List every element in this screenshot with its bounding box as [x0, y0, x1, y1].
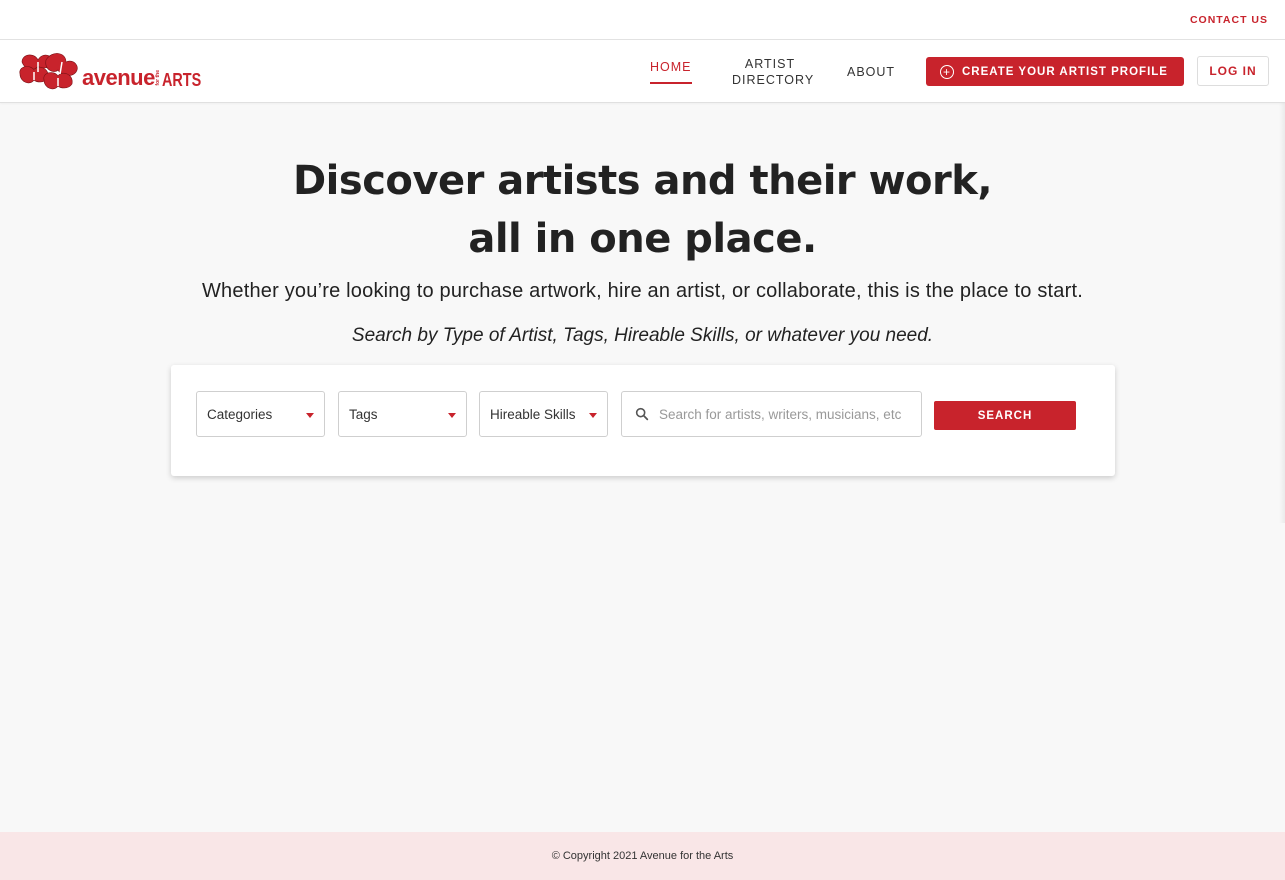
hero-title: Discover artists and their work, all in …: [0, 152, 1285, 268]
nav-directory-line2: DIRECTORY: [732, 73, 815, 87]
brand-name-main: avenue: [82, 65, 155, 90]
hireable-skills-dropdown[interactable]: Hireable Skills: [479, 391, 608, 437]
nav-artist-directory-link[interactable]: ARTIST DIRECTORY: [732, 56, 813, 88]
search-panel: Categories Tags Hireable Skills SEARCH: [171, 365, 1115, 476]
brand-wordmark: avenue for the ARTS: [82, 65, 211, 90]
categories-dropdown-label: Categories: [207, 406, 273, 422]
create-profile-label: CREATE YOUR ARTIST PROFILE: [962, 65, 1168, 78]
login-button[interactable]: LOG IN: [1197, 56, 1269, 86]
nav-home-link[interactable]: HOME: [650, 59, 692, 84]
tags-dropdown[interactable]: Tags: [338, 391, 467, 437]
caret-down-icon: [448, 413, 456, 418]
nav-about-link[interactable]: ABOUT: [847, 64, 895, 80]
top-utility-bar: CONTACT US: [0, 0, 1285, 40]
categories-dropdown[interactable]: Categories: [196, 391, 325, 437]
create-artist-profile-button[interactable]: + CREATE YOUR ARTIST PROFILE: [926, 57, 1184, 86]
hireable-skills-dropdown-label: Hireable Skills: [490, 406, 576, 422]
search-field[interactable]: [621, 391, 922, 437]
search-input[interactable]: [659, 406, 911, 422]
caret-down-icon: [306, 413, 314, 418]
caret-down-icon: [589, 413, 597, 418]
tags-dropdown-label: Tags: [349, 406, 378, 422]
hero-search-hint: Search by Type of Artist, Tags, Hireable…: [351, 325, 934, 346]
brand-name-tail: ARTS: [161, 70, 202, 90]
contact-us-link[interactable]: CONTACT US: [1190, 14, 1268, 26]
brand-logo[interactable]: avenue for the ARTS: [16, 48, 211, 96]
footer: © Copyright 2021 Avenue for the Arts: [0, 832, 1285, 880]
search-button[interactable]: SEARCH: [934, 401, 1076, 430]
hero-title-line2: all in one place.: [468, 216, 817, 262]
logo-mark-icon: [19, 53, 78, 90]
hero-subtitle: Whether you’re looking to purchase artwo…: [201, 280, 1083, 302]
main-navbar: avenue for the ARTS HOME ARTIST DIRECTOR…: [0, 40, 1285, 103]
footer-copyright: © Copyright 2021 Avenue for the Arts: [551, 850, 734, 862]
hero-title-line1: Discover artists and their work,: [292, 158, 993, 204]
nav-directory-line1: ARTIST: [744, 57, 796, 71]
brand-name-small: for the: [154, 70, 161, 86]
search-icon: [634, 406, 650, 422]
plus-circle-icon: +: [940, 64, 954, 79]
